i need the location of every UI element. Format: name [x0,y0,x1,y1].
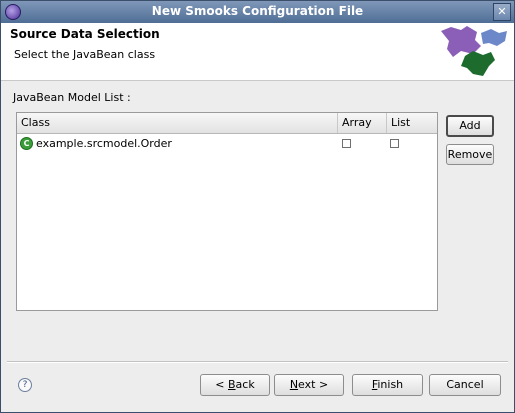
next-button[interactable]: Next > [274,374,344,396]
add-button[interactable]: Add [446,115,494,137]
column-header-list[interactable]: List [387,113,437,133]
cancel-button[interactable]: Cancel [429,374,501,396]
class-icon: C [20,137,33,150]
array-checkbox[interactable] [342,139,351,148]
help-icon[interactable]: ? [18,378,32,392]
finish-button[interactable]: Finish [352,374,423,396]
back-label-rest: ack [235,378,255,391]
title-bar[interactable]: New Smooks Configuration File ✕ [1,1,514,23]
wizard-banner: Source Data Selection Select the JavaBea… [1,23,514,81]
page-title: Source Data Selection [10,27,160,41]
page-description: Select the JavaBean class [14,48,156,61]
footer-divider [7,361,508,363]
dialog-window: New Smooks Configuration File ✕ Source D… [0,0,515,413]
table-header: Class Array List [17,113,437,134]
table-row[interactable]: C example.srcmodel.Order [17,135,437,153]
next-mnemonic: N [289,378,299,391]
back-label-prefix: < [215,378,228,391]
next-label-rest: ext > [298,378,329,391]
remove-button[interactable]: Remove [446,144,494,165]
back-button[interactable]: < Back [200,374,270,396]
model-list-label: JavaBean Model List : [13,91,131,104]
smooks-logo-graphic [441,26,507,76]
column-header-array[interactable]: Array [338,113,387,133]
javabean-model-table[interactable]: Class Array List C example.srcmodel.Orde… [16,112,438,311]
class-name-cell: example.srcmodel.Order [36,137,172,150]
list-checkbox[interactable] [390,139,399,148]
back-mnemonic: B [228,378,236,391]
finish-label-rest: inish [377,378,404,391]
window-title: New Smooks Configuration File [151,4,364,18]
column-header-class[interactable]: Class [17,113,338,133]
close-icon[interactable]: ✕ [493,3,511,21]
